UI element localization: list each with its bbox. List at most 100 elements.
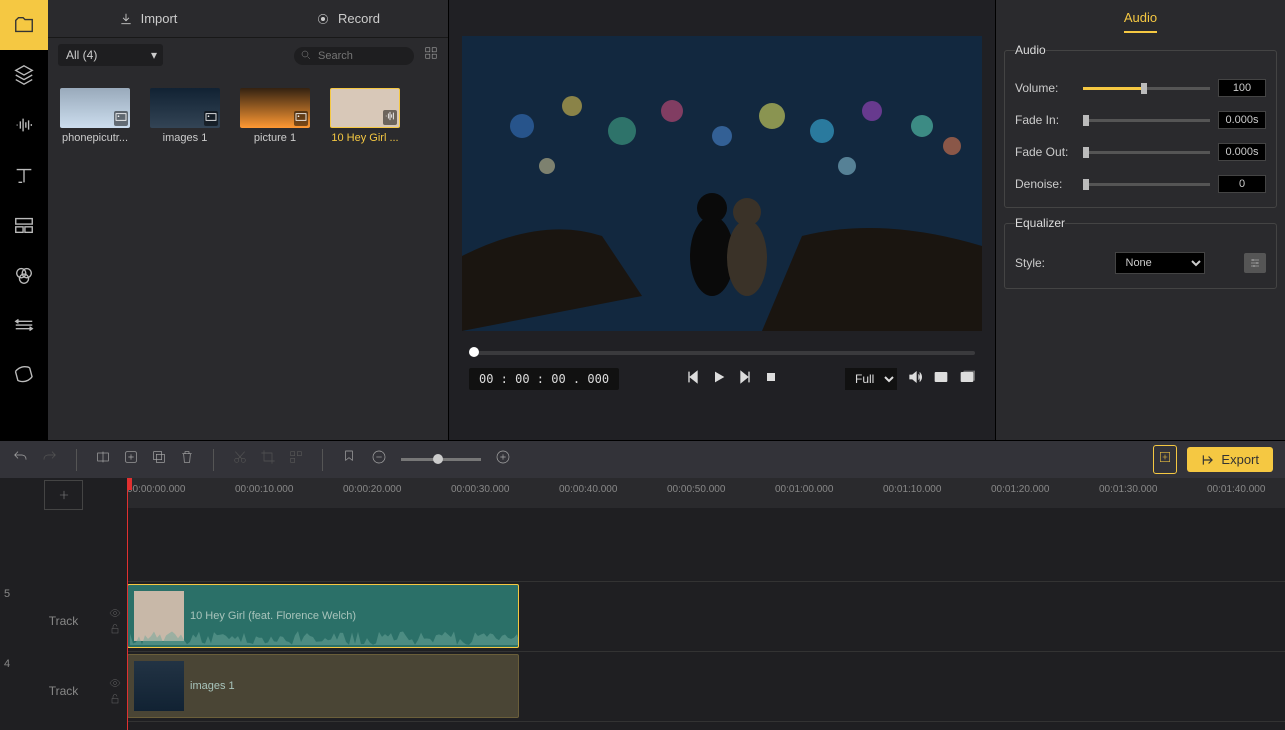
play-button[interactable] — [711, 369, 727, 390]
filter-dropdown[interactable]: All (4) ▾ — [58, 44, 163, 66]
preview-progress[interactable] — [469, 351, 975, 355]
preview-size-select[interactable]: Full — [845, 368, 897, 390]
ruler-label: 00:00:20.000 — [343, 484, 401, 495]
overlay-tool[interactable] — [0, 200, 48, 250]
properties-panel: Audio Audio Volume: 100 Fade In: 0.000s … — [995, 0, 1285, 440]
volume-slider[interactable] — [1083, 87, 1210, 90]
media-item[interactable]: picture 1 — [240, 88, 310, 144]
fadein-value[interactable]: 0.000s — [1218, 111, 1266, 129]
fadeout-value[interactable]: 0.000s — [1218, 143, 1266, 161]
step-back-button[interactable] — [685, 369, 701, 390]
timecode: 00 : 00 : 00 . 000 — [469, 368, 619, 390]
crop-button[interactable] — [260, 449, 276, 470]
left-toolbar — [0, 0, 48, 440]
audio-tool[interactable] — [0, 100, 48, 150]
export-button[interactable]: Export — [1187, 447, 1273, 472]
ruler-label: 00:01:10.000 — [883, 484, 941, 495]
copy-button[interactable] — [151, 449, 167, 470]
add-track-button[interactable] — [44, 480, 83, 510]
undo-button[interactable] — [12, 449, 28, 470]
ruler-label: 00:00:50.000 — [667, 484, 725, 495]
track-row[interactable]: 10 Hey Girl (feat. Florence Welch) — [127, 582, 1285, 652]
mosaic-button[interactable] — [288, 449, 304, 470]
timeline-clip[interactable]: images 1 — [127, 654, 519, 718]
clip-thumb — [134, 661, 184, 711]
ruler-label: 00:01:40.000 — [1207, 484, 1265, 495]
lock-icon[interactable] — [109, 693, 121, 705]
audio-section-title: Audio — [1015, 43, 1046, 57]
denoise-value[interactable]: 0 — [1218, 175, 1266, 193]
playhead[interactable] — [127, 478, 128, 730]
eye-icon[interactable] — [109, 607, 121, 619]
import-tab[interactable]: Import — [48, 0, 248, 37]
import-label: Import — [141, 11, 178, 26]
fadeout-slider[interactable] — [1083, 151, 1210, 154]
ruler[interactable]: 00:00:00.00000:00:10.00000:00:20.00000:0… — [127, 478, 1285, 508]
add-button[interactable] — [123, 449, 139, 470]
record-tab[interactable]: Record — [248, 0, 448, 37]
ruler-label: 00:01:00.000 — [775, 484, 833, 495]
filter-tool[interactable] — [0, 250, 48, 300]
denoise-slider[interactable] — [1083, 183, 1210, 186]
zoom-in-button[interactable] — [495, 449, 511, 470]
cut-button[interactable] — [232, 449, 248, 470]
delete-button[interactable] — [179, 449, 195, 470]
media-item[interactable]: phonepicutr... — [60, 88, 130, 144]
track-row[interactable]: images 1 — [127, 652, 1285, 722]
media-tool[interactable] — [0, 0, 48, 50]
timeline: 5Track4Track 00:00:00.00000:00:10.00000:… — [0, 478, 1285, 730]
track-head[interactable]: 5Track — [0, 586, 127, 656]
eq-style-select[interactable]: None — [1115, 252, 1205, 274]
equalizer-section-title: Equalizer — [1015, 216, 1065, 230]
text-tool[interactable] — [0, 150, 48, 200]
preview-image — [462, 36, 982, 331]
track-head[interactable]: 4Track — [0, 656, 127, 726]
media-label: phonepicutr... — [60, 132, 130, 144]
ruler-label: 00:00:30.000 — [451, 484, 509, 495]
track-label: Track — [49, 614, 79, 628]
timeline-clip[interactable]: 10 Hey Girl (feat. Florence Welch) — [127, 584, 519, 648]
fadein-slider[interactable] — [1083, 119, 1210, 122]
ruler-label: 00:01:20.000 — [991, 484, 1049, 495]
record-label: Record — [338, 11, 380, 26]
step-forward-button[interactable] — [737, 369, 753, 390]
zoom-out-button[interactable] — [371, 449, 387, 470]
fadeout-label: Fade Out: — [1015, 145, 1075, 159]
element-tool[interactable] — [0, 350, 48, 400]
fullscreen-icon[interactable] — [959, 369, 975, 390]
clip-title: 10 Hey Girl (feat. Florence Welch) — [190, 610, 356, 622]
media-panel: Import Record All (4) ▾ phonepicutr... im… — [48, 0, 448, 440]
preview-panel: 00 : 00 : 00 . 000 Full — [448, 0, 995, 440]
media-label: 10 Hey Girl ... — [330, 132, 400, 144]
eye-icon[interactable] — [109, 677, 121, 689]
volume-icon[interactable] — [907, 369, 923, 390]
track-label: Track — [49, 684, 79, 698]
zoom-slider[interactable] — [401, 458, 481, 461]
eq-style-label: Style: — [1015, 256, 1075, 270]
eq-settings-button[interactable] — [1244, 253, 1266, 273]
fadein-label: Fade In: — [1015, 113, 1075, 127]
volume-value[interactable]: 100 — [1218, 79, 1266, 97]
search-input[interactable] — [294, 47, 414, 65]
audio-tab[interactable]: Audio — [996, 0, 1285, 35]
split-button[interactable] — [95, 449, 111, 470]
snapshot-icon[interactable] — [933, 369, 949, 390]
render-button[interactable] — [1153, 445, 1177, 474]
media-item[interactable]: 10 Hey Girl ... — [330, 88, 400, 144]
stop-button[interactable] — [763, 369, 779, 390]
grid-view-icon[interactable] — [424, 46, 438, 65]
clip-title: images 1 — [190, 680, 235, 692]
lock-icon[interactable] — [109, 623, 121, 635]
layers-tool[interactable] — [0, 50, 48, 100]
timeline-toolbar: Export — [0, 440, 1285, 478]
empty-track-row[interactable] — [127, 508, 1285, 582]
transition-tool[interactable] — [0, 300, 48, 350]
redo-button[interactable] — [42, 449, 58, 470]
media-item[interactable]: images 1 — [150, 88, 220, 144]
volume-label: Volume: — [1015, 81, 1075, 95]
search-icon — [300, 49, 312, 61]
marker-button[interactable] — [341, 449, 357, 470]
ruler-label: 00:00:40.000 — [559, 484, 617, 495]
media-label: images 1 — [150, 132, 220, 144]
ruler-label: 00:01:30.000 — [1099, 484, 1157, 495]
